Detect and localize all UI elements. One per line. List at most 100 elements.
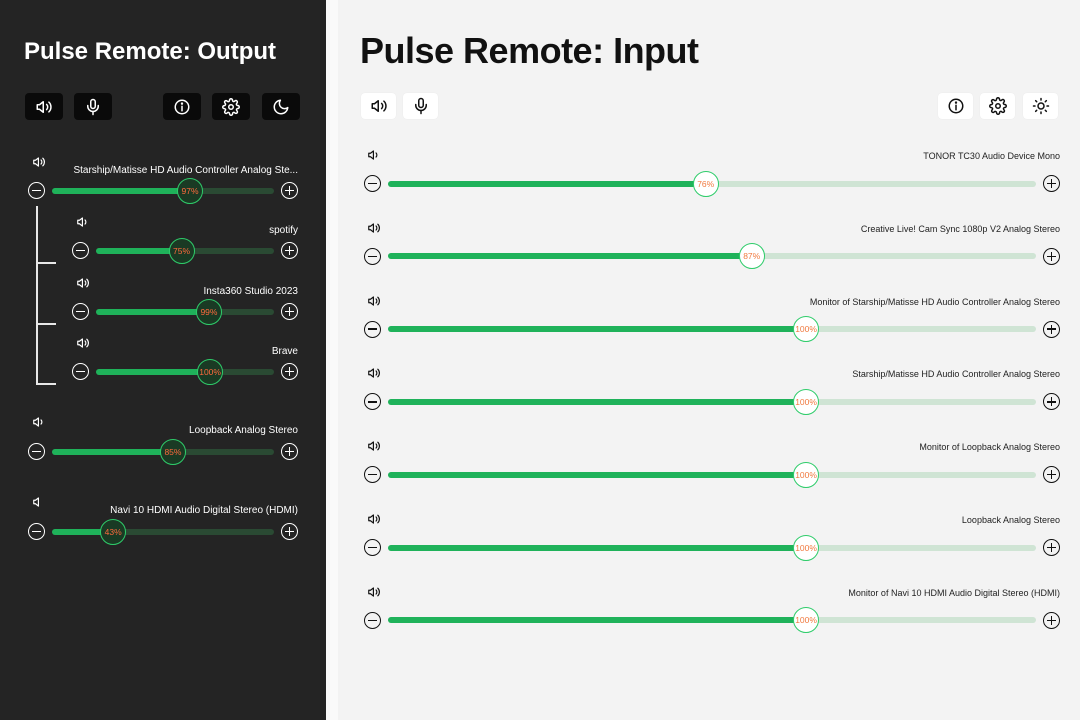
output-slider-label: Brave bbox=[271, 346, 298, 357]
volume-decrease-button[interactable] bbox=[364, 466, 381, 484]
input-settings-button[interactable] bbox=[980, 93, 1015, 119]
volume-increase-button[interactable] bbox=[1043, 466, 1060, 484]
volume-increase-button[interactable] bbox=[1043, 247, 1060, 265]
volume-increase-button[interactable] bbox=[281, 523, 298, 540]
speaker-low-icon[interactable] bbox=[366, 148, 382, 162]
volume-knob[interactable]: 76% bbox=[692, 170, 719, 197]
volume-increase-button[interactable] bbox=[281, 303, 298, 320]
input-theme-button[interactable] bbox=[1023, 93, 1058, 119]
volume-knob[interactable]: 87% bbox=[738, 243, 765, 270]
volume-decrease-button[interactable] bbox=[364, 393, 381, 411]
volume-track[interactable]: 75% bbox=[96, 237, 274, 264]
speaker-high-icon[interactable] bbox=[75, 336, 91, 350]
volume-track[interactable]: 99% bbox=[96, 298, 274, 325]
output-speaker-button[interactable] bbox=[25, 93, 63, 120]
volume-track[interactable]: 100% bbox=[388, 534, 1036, 561]
volume-track[interactable]: 85% bbox=[52, 438, 274, 465]
input-info-button[interactable] bbox=[938, 93, 973, 119]
volume-knob[interactable]: 97% bbox=[177, 177, 204, 204]
volume-track[interactable]: 97% bbox=[52, 177, 274, 204]
volume-knob[interactable]: 85% bbox=[159, 438, 186, 465]
volume-increase-button[interactable] bbox=[281, 242, 298, 259]
minus-icon bbox=[368, 328, 377, 330]
volume-increase-button[interactable] bbox=[281, 182, 298, 199]
output-title: Pulse Remote: Output bbox=[24, 38, 277, 65]
volume-increase-button[interactable] bbox=[281, 443, 298, 460]
volume-decrease-button[interactable] bbox=[364, 539, 381, 556]
speaker-high-icon[interactable] bbox=[366, 585, 382, 599]
volume-decrease-button[interactable] bbox=[72, 242, 89, 259]
input-slider-label: Monitor of Starship/Matisse HD Audio Con… bbox=[809, 296, 1060, 307]
speaker-high-icon[interactable] bbox=[366, 512, 382, 526]
volume-track[interactable]: 100% bbox=[388, 461, 1036, 488]
volume-decrease-button[interactable] bbox=[72, 363, 89, 380]
volume-fill bbox=[388, 617, 807, 624]
speaker-high-icon[interactable] bbox=[75, 276, 91, 290]
volume-increase-button[interactable] bbox=[1043, 175, 1060, 192]
speaker-high-icon[interactable] bbox=[366, 221, 382, 235]
output-microphone-button[interactable] bbox=[74, 93, 112, 120]
volume-track[interactable]: 100% bbox=[96, 358, 274, 385]
volume-decrease-button[interactable] bbox=[364, 175, 381, 192]
output-theme-button[interactable] bbox=[262, 93, 300, 120]
volume-percent: 97% bbox=[181, 185, 199, 196]
volume-decrease-button[interactable] bbox=[364, 247, 381, 265]
volume-percent: 100% bbox=[795, 615, 817, 626]
output-slider-label: spotify bbox=[269, 225, 298, 236]
input-slider: Creative Live! Cam Sync 1080p V2 Analog … bbox=[364, 221, 1060, 271]
volume-knob[interactable]: 43% bbox=[100, 518, 127, 545]
volume-increase-button[interactable] bbox=[281, 363, 298, 380]
input-slider: Monitor of Navi 10 HDMI Audio Digital St… bbox=[364, 585, 1060, 635]
volume-knob[interactable]: 100% bbox=[197, 358, 224, 385]
volume-increase-button[interactable] bbox=[1043, 320, 1060, 338]
tree-branch bbox=[36, 262, 56, 264]
speaker-high-icon[interactable] bbox=[366, 366, 382, 380]
volume-increase-button[interactable] bbox=[1043, 611, 1060, 629]
volume-increase-button[interactable] bbox=[1043, 539, 1060, 556]
output-slider: Starship/Matisse HD Audio Controller Ana… bbox=[28, 155, 298, 205]
volume-decrease-button[interactable] bbox=[72, 303, 89, 320]
volume-percent: 100% bbox=[795, 469, 817, 480]
volume-knob[interactable]: 100% bbox=[793, 607, 820, 634]
volume-knob[interactable]: 75% bbox=[168, 237, 195, 264]
tree-branch bbox=[36, 323, 56, 325]
volume-decrease-button[interactable] bbox=[28, 443, 45, 460]
speaker-icon bbox=[371, 100, 387, 112]
volume-decrease-button[interactable] bbox=[364, 320, 381, 338]
volume-track[interactable]: 100% bbox=[388, 607, 1036, 634]
volume-track[interactable]: 100% bbox=[388, 316, 1036, 343]
input-slider: Loopback Analog Stereo 100% bbox=[364, 512, 1060, 562]
volume-percent: 100% bbox=[795, 542, 817, 553]
speaker-high-icon[interactable] bbox=[366, 294, 382, 308]
volume-decrease-button[interactable] bbox=[28, 182, 45, 199]
input-slider: Monitor of Starship/Matisse HD Audio Con… bbox=[364, 294, 1060, 344]
volume-percent: 99% bbox=[200, 306, 218, 317]
volume-fill bbox=[388, 398, 807, 405]
speaker-high-icon[interactable] bbox=[366, 439, 382, 453]
sun-icon bbox=[1032, 97, 1049, 115]
speaker-low-icon[interactable] bbox=[75, 215, 91, 229]
speaker-low-icon[interactable] bbox=[31, 415, 47, 429]
volume-knob[interactable]: 100% bbox=[793, 461, 820, 488]
volume-track[interactable]: 87% bbox=[388, 243, 1036, 270]
input-speaker-button[interactable] bbox=[361, 93, 396, 119]
volume-knob[interactable]: 100% bbox=[793, 316, 820, 343]
volume-knob[interactable]: 100% bbox=[793, 388, 820, 415]
output-settings-button[interactable] bbox=[212, 93, 250, 120]
input-slider-label: Monitor of Loopback Analog Stereo bbox=[919, 442, 1060, 453]
volume-decrease-button[interactable] bbox=[28, 523, 45, 540]
volume-track[interactable]: 100% bbox=[388, 388, 1036, 415]
volume-knob[interactable]: 100% bbox=[793, 534, 820, 561]
minus-icon bbox=[368, 619, 377, 622]
output-info-button[interactable] bbox=[163, 93, 201, 120]
speaker-high-icon[interactable] bbox=[31, 155, 47, 169]
volume-track[interactable]: 43% bbox=[52, 518, 274, 545]
volume-knob[interactable]: 99% bbox=[195, 298, 222, 325]
output-panel: Pulse Remote: Output Starship/Matisse HD… bbox=[0, 0, 326, 720]
volume-track[interactable]: 76% bbox=[388, 170, 1036, 197]
speaker-mute-icon[interactable] bbox=[31, 495, 47, 509]
volume-increase-button[interactable] bbox=[1043, 393, 1060, 411]
input-microphone-button[interactable] bbox=[403, 93, 438, 119]
info-icon bbox=[948, 98, 963, 114]
volume-decrease-button[interactable] bbox=[364, 611, 381, 629]
